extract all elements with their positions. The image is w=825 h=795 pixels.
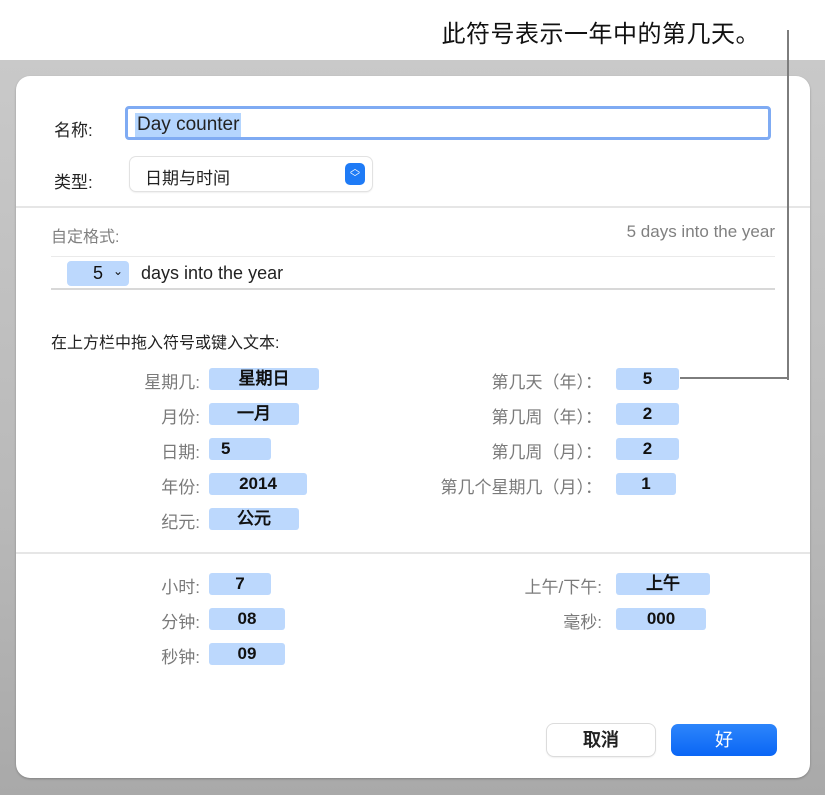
day-of-year-label: 第几天（年）：: [491, 373, 603, 392]
section-divider: [16, 206, 810, 208]
token-value: 2014: [239, 474, 277, 493]
token-value: 一月: [237, 404, 271, 423]
token-value: 5: [93, 263, 104, 283]
minute-token[interactable]: 08: [209, 608, 285, 630]
era-token[interactable]: 公元: [209, 508, 299, 530]
token-value: 08: [237, 609, 257, 628]
week-of-year-label: 第几周（年）：: [491, 408, 603, 427]
name-input-value[interactable]: Day counter: [135, 113, 242, 137]
cancel-button[interactable]: 取消: [547, 724, 655, 756]
callout-leader-line: [680, 377, 789, 379]
name-input[interactable]: Day counter: [125, 106, 771, 140]
month-label: 月份:: [161, 408, 200, 427]
am-pm-token[interactable]: 上午: [616, 573, 710, 595]
section-divider: [16, 552, 810, 554]
hour-label: 小时:: [161, 578, 200, 597]
second-token[interactable]: 09: [209, 643, 285, 665]
token-value: 7: [235, 574, 245, 593]
day-label: 日期:: [161, 443, 200, 462]
year-token[interactable]: 2014: [209, 473, 307, 495]
token-value: 5: [221, 439, 231, 458]
type-select[interactable]: 日期与时间 ︿ ﹀: [130, 157, 372, 191]
hour-token[interactable]: 7: [209, 573, 271, 595]
token-value: 1: [641, 474, 651, 493]
am-pm-label: 上午/下午:: [524, 578, 602, 597]
token-value: 5: [642, 369, 653, 388]
callout-leader-line: [787, 30, 789, 380]
format-preview: 5 days into the year: [626, 222, 775, 241]
token-value: 2: [642, 439, 653, 458]
format-field[interactable]: 5 ⌄ days into the year: [51, 256, 775, 290]
weekday-of-month-label: 第几个星期几（月）：: [440, 478, 603, 497]
token-value: 2: [642, 404, 653, 423]
month-token[interactable]: 一月: [209, 403, 299, 425]
token-value: 上午: [646, 574, 680, 593]
up-down-chevron-icon[interactable]: ︿ ﹀: [345, 163, 365, 185]
token-value: 星期日: [238, 369, 290, 388]
chevron-down-icon[interactable]: ⌄: [113, 264, 123, 278]
token-value: 09: [237, 644, 257, 663]
week-of-year-token[interactable]: 2: [616, 403, 679, 425]
year-label: 年份:: [161, 478, 200, 497]
day-of-year-value-token[interactable]: 5: [616, 368, 679, 390]
token-value: 000: [646, 609, 676, 628]
token-value: 公元: [237, 509, 271, 528]
millisecond-token[interactable]: 000: [616, 608, 706, 630]
ok-button[interactable]: 好: [671, 724, 777, 756]
type-select-value: 日期与时间: [145, 169, 230, 188]
format-text: days into the year: [141, 263, 284, 283]
custom-format-label: 自定格式:: [51, 229, 120, 246]
day-of-year-token[interactable]: 5 ⌄: [67, 261, 129, 286]
week-of-month-token[interactable]: 2: [616, 438, 679, 460]
week-of-month-label: 第几周（月）：: [491, 443, 603, 462]
weekday-label: 星期几:: [144, 373, 200, 392]
type-label: 类型:: [54, 173, 93, 192]
minute-label: 分钟:: [161, 613, 200, 632]
callout-annotation: 此符号表示一年中的第几天。: [441, 21, 760, 48]
drag-hint: 在上方栏中拖入符号或键入文本:: [51, 335, 280, 352]
weekday-of-month-token[interactable]: 1: [616, 473, 676, 495]
era-label: 纪元:: [161, 513, 200, 532]
day-token[interactable]: 5: [209, 438, 271, 460]
millisecond-label: 毫秒:: [563, 613, 602, 632]
name-label: 名称:: [54, 121, 93, 140]
second-label: 秒钟:: [161, 648, 200, 667]
weekday-token[interactable]: 星期日: [209, 368, 319, 390]
